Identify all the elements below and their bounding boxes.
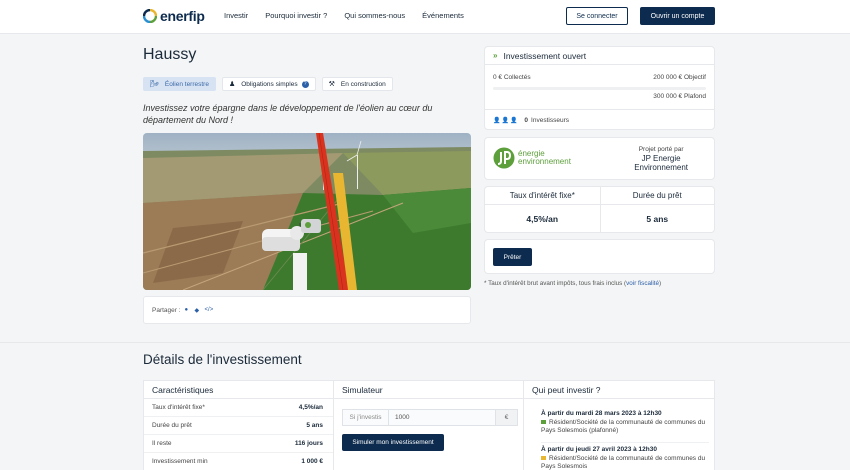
- tag-label: En construction: [340, 80, 386, 88]
- double-chevron-icon: »: [493, 51, 498, 60]
- simulator-title: Simulateur: [334, 381, 523, 399]
- footnote-end: ): [659, 280, 662, 287]
- facebook-icon[interactable]: ●: [185, 307, 191, 313]
- eligibility-date: À partir du mardi 28 mars 2023 à 12h30: [541, 410, 662, 417]
- investment-amount-field[interactable]: Si j'investis 1000 €: [342, 409, 518, 426]
- flag-icon: [541, 455, 546, 460]
- characteristic-key: Durée du prêt: [152, 422, 192, 429]
- eligibility-entry: À partir du jeudi 27 avril 2023 à 12h30 …: [541, 446, 711, 470]
- characteristic-value: 116 jours: [294, 440, 323, 447]
- project-tagline: Investissez votre épargne dans le dévelo…: [143, 103, 433, 125]
- eligibility-date: À partir du jeudi 27 avril 2023 à 12h30: [541, 446, 657, 453]
- characteristic-row: Taux d'intérêt fixe* 4,5%/an: [144, 399, 333, 417]
- details-title: Détails de l'investissement: [143, 352, 302, 367]
- characteristic-value: 4,5%/an: [298, 404, 323, 411]
- embed-code-icon[interactable]: </>: [205, 307, 214, 313]
- nav-investir[interactable]: Investir: [224, 11, 248, 20]
- characteristics-title: Caractéristiques: [144, 381, 333, 399]
- amount-value[interactable]: 1000: [389, 414, 495, 421]
- share-bar: Partager : ● ◆ </>: [143, 296, 471, 324]
- duration-label: Durée du prêt: [600, 187, 714, 205]
- help-icon[interactable]: ?: [301, 80, 309, 88]
- eligibility-divider: [541, 442, 709, 443]
- rate-value: 4,5%/an: [526, 213, 559, 224]
- twitter-icon[interactable]: ◆: [195, 307, 201, 314]
- login-button[interactable]: Se connecter: [566, 7, 628, 25]
- carrier-label: Projet porté par: [638, 146, 684, 153]
- investors-label: Investisseurs: [531, 117, 569, 124]
- coin-icon: ♟: [228, 81, 236, 88]
- footnote-text: * Taux d'intérêt brut avant impôts, tous…: [484, 280, 627, 287]
- rate-column: Taux d'intérêt fixe* 4,5%/an: [485, 187, 600, 232]
- ceiling-row: 300 000 € Plafond: [493, 93, 706, 100]
- characteristic-key: Taux d'intérêt fixe*: [152, 404, 205, 411]
- tag-under-construction[interactable]: ⚒ En construction: [321, 77, 393, 91]
- currency-suffix: €: [495, 410, 517, 425]
- wind-turbine-icon: 🌬: [150, 81, 159, 88]
- characteristics-panel: Caractéristiques Taux d'intérêt fixe* 4,…: [143, 380, 334, 470]
- duration-column: Durée du prêt 5 ans: [599, 187, 714, 232]
- wind-farm-aerial-image: [143, 133, 471, 290]
- amount-prefix: Si j'investis: [343, 410, 389, 425]
- simulate-button[interactable]: Simuler mon investissement: [342, 434, 444, 451]
- project-tags: 🌬 Éolien terrestre ♟ Obligations simples…: [143, 77, 393, 91]
- carrier-info: Projet porté par JP Energie Environnemen…: [634, 146, 688, 172]
- eligibility-entry: À partir du mardi 28 mars 2023 à 12h30 R…: [541, 410, 711, 436]
- hammer-icon: ⚒: [328, 81, 335, 88]
- eligibility-text: Résident/Société de la communauté de com…: [541, 418, 706, 435]
- nav-evenements[interactable]: Événements: [422, 11, 464, 20]
- collected-amount: 0 € Collectés: [493, 74, 531, 81]
- who-can-invest-title: Qui peut investir ?: [524, 381, 714, 399]
- main-nav: Investir Pourquoi investir ? Qui sommes-…: [224, 11, 464, 20]
- share-label: Partager :: [152, 306, 181, 314]
- enerfip-logo-icon: [143, 9, 157, 23]
- investment-status-header: » Investissement ouvert: [485, 47, 714, 65]
- site-header: enerfip Investir Pourquoi investir ? Qui…: [0, 0, 850, 34]
- eligibility-text: Résident/Société de la communauté de com…: [541, 454, 706, 470]
- lend-card: Prêter: [484, 239, 715, 274]
- project-title: Haussy: [143, 46, 197, 63]
- funding-progress-bar: [493, 87, 706, 90]
- characteristic-row: Investissement min 1 000 €: [144, 453, 333, 470]
- characteristic-row: Il reste 116 jours: [144, 435, 333, 453]
- objective-amount: 200 000 € Objectif: [653, 74, 706, 81]
- investment-status-label: Investissement ouvert: [503, 50, 587, 61]
- rate-duration-card: Taux d'intérêt fixe* 4,5%/an Durée du pr…: [484, 186, 715, 233]
- project-carrier-card: énergie environnement Projet porté par J…: [484, 137, 715, 180]
- tax-footnote: * Taux d'intérêt brut avant impôts, tous…: [484, 280, 661, 287]
- collected-objective-row: 0 € Collectés 200 000 € Objectif: [493, 74, 706, 81]
- open-account-button[interactable]: Ouvrir un compte: [640, 7, 715, 25]
- ceiling-amount: 300 000 € Plafond: [653, 93, 706, 100]
- characteristic-value: 5 ans: [306, 422, 323, 429]
- carrier-name-line2: Environnement: [634, 163, 688, 172]
- characteristic-row: Durée du prêt 5 ans: [144, 417, 333, 435]
- simulator-panel: Simulateur Si j'investis 1000 € Simuler …: [333, 380, 524, 470]
- brand-name: enerfip: [160, 8, 205, 24]
- enerfip-logo[interactable]: enerfip: [143, 8, 205, 24]
- investors-count: 0: [524, 117, 529, 124]
- characteristic-key: Investissement min: [152, 458, 208, 465]
- jp-energie-logo[interactable]: énergie environnement: [493, 147, 571, 169]
- carrier-name-line1: JP Energie: [641, 154, 681, 163]
- tag-label: Éolien terrestre: [164, 80, 209, 88]
- project-photo: [143, 133, 471, 290]
- rate-label: Taux d'intérêt fixe*: [485, 187, 600, 205]
- tag-onshore-wind[interactable]: 🌬 Éolien terrestre: [143, 77, 216, 91]
- tax-info-link[interactable]: voir fiscalité: [626, 280, 659, 287]
- duration-value: 5 ans: [646, 213, 669, 224]
- investors-icon: 👤👤👤: [493, 118, 519, 124]
- jp-energie-logo-icon: [493, 147, 515, 169]
- investors-row: 👤👤👤 0 Investisseurs: [485, 109, 714, 131]
- lend-button[interactable]: Prêter: [493, 248, 532, 266]
- flag-icon: [541, 419, 546, 424]
- carrier-logo-line2: environnement: [518, 157, 571, 166]
- tag-simple-bonds[interactable]: ♟ Obligations simples ?: [221, 77, 316, 91]
- who-can-invest-panel: Qui peut investir ? À partir du mardi 28…: [523, 380, 715, 470]
- investment-status-card: » Investissement ouvert 0 € Collectés 20…: [484, 46, 715, 130]
- nav-pourquoi-investir[interactable]: Pourquoi investir ?: [265, 11, 327, 20]
- tag-label: Obligations simples: [241, 80, 298, 88]
- nav-qui-sommes-nous[interactable]: Qui sommes-nous: [344, 11, 405, 20]
- characteristic-value: 1 000 €: [301, 458, 323, 465]
- characteristic-key: Il reste: [152, 440, 172, 447]
